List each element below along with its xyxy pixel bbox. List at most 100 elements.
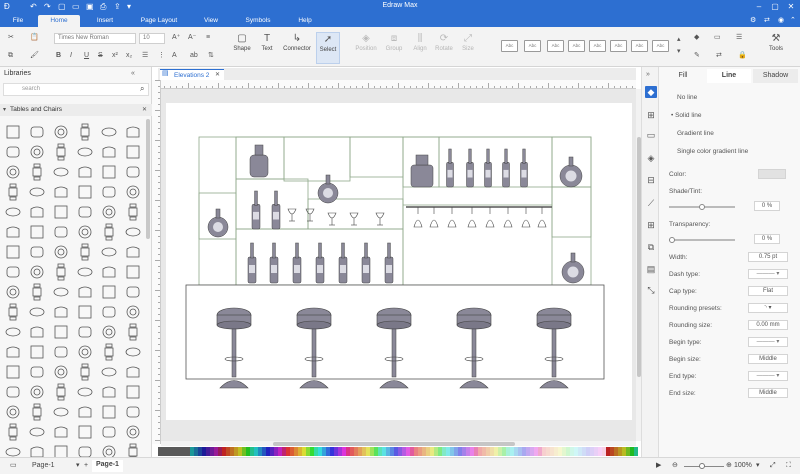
minimize-icon[interactable]: – <box>752 1 766 13</box>
library-shape[interactable] <box>76 223 94 241</box>
library-shape[interactable] <box>52 183 70 201</box>
chart-panel-icon[interactable]: ⟋ <box>645 197 657 209</box>
library-shape[interactable] <box>4 383 22 401</box>
text-align-icon[interactable]: ≡ <box>206 33 210 43</box>
theme-panel-icon[interactable]: ⊞ <box>645 109 657 121</box>
library-shape[interactable] <box>76 383 94 401</box>
section-close-icon[interactable]: ✕ <box>142 106 147 113</box>
tab-insert[interactable]: Insert <box>86 15 124 27</box>
library-shape[interactable] <box>4 343 22 361</box>
library-shape[interactable] <box>76 303 94 321</box>
bullets-icon[interactable]: ☰ <box>142 51 148 61</box>
library-shape[interactable] <box>28 203 46 221</box>
text-button[interactable]: T Text <box>255 32 279 64</box>
library-shape[interactable] <box>76 243 94 261</box>
library-shape[interactable] <box>52 363 70 381</box>
library-shape[interactable] <box>124 263 142 281</box>
collapse-panel-icon[interactable]: « <box>131 70 135 77</box>
library-shape[interactable] <box>52 143 70 161</box>
group-button[interactable]: ⧈ Group <box>382 32 406 64</box>
library-shape[interactable] <box>52 423 70 441</box>
format-painter-icon[interactable]: 🖌 <box>30 51 39 61</box>
library-shape[interactable] <box>76 363 94 381</box>
outline-panel-icon[interactable]: ⊟ <box>645 174 657 186</box>
library-shape[interactable] <box>100 123 118 141</box>
library-shape[interactable] <box>100 383 118 401</box>
lock-icon[interactable]: 🔒 <box>738 51 747 61</box>
library-shape[interactable] <box>52 223 70 241</box>
end-type-select[interactable]: ——— ▾ <box>748 371 788 381</box>
library-shape[interactable] <box>28 303 46 321</box>
shade-tint-value[interactable]: 0 % <box>754 201 780 211</box>
library-shape[interactable] <box>76 163 94 181</box>
font-family-select[interactable]: Times New Roman <box>54 33 136 44</box>
page-selector[interactable]: Page-1 <box>32 461 55 471</box>
library-search-input[interactable]: search <box>3 83 149 96</box>
subscript-icon[interactable]: x₂ <box>126 51 132 61</box>
library-shape[interactable] <box>76 143 94 161</box>
library-shape[interactable] <box>124 283 142 301</box>
tab-view[interactable]: View <box>196 15 226 27</box>
shade-tint-slider[interactable] <box>669 204 735 210</box>
library-shape[interactable] <box>124 243 142 261</box>
library-shape[interactable] <box>4 143 22 161</box>
tab-elevations-2[interactable]: Elevations 2 ✕ <box>160 69 224 80</box>
library-shape[interactable] <box>76 203 94 221</box>
width-field[interactable]: 0.75 pt <box>748 252 788 262</box>
font-size-select[interactable]: 10 <box>139 33 165 44</box>
library-shape[interactable] <box>28 163 46 181</box>
rounding-size-field[interactable]: 0.00 mm <box>748 320 788 330</box>
line-color-swatch[interactable] <box>758 169 786 179</box>
bold-icon[interactable]: B <box>56 51 61 61</box>
ribbon-collapse-icon[interactable]: ⌃ <box>790 16 796 24</box>
tab-shadow[interactable]: Shadow <box>753 69 798 83</box>
library-shape[interactable] <box>28 323 46 341</box>
replace-shape-icon[interactable]: ⇄ <box>716 51 722 61</box>
library-shape[interactable] <box>100 183 118 201</box>
library-shape[interactable] <box>76 263 94 281</box>
close-icon[interactable]: ✕ <box>784 1 798 13</box>
color-palette-bar[interactable] <box>158 447 640 456</box>
library-shape[interactable] <box>4 203 22 221</box>
library-shape[interactable] <box>52 263 70 281</box>
zoom-dropdown-icon[interactable]: ▾ <box>756 461 760 471</box>
begin-type-select[interactable]: ——— ▾ <box>748 337 788 347</box>
library-shape[interactable] <box>28 403 46 421</box>
library-shape[interactable] <box>28 223 46 241</box>
library-shape[interactable] <box>124 183 142 201</box>
superscript-icon[interactable]: x² <box>112 51 118 61</box>
share-icon[interactable]: ⇄ <box>764 16 770 24</box>
align-button[interactable]: ⫼ Align <box>408 32 432 64</box>
connector-button[interactable]: ↳ Connector <box>282 32 312 64</box>
library-shape[interactable] <box>52 203 70 221</box>
transparency-value[interactable]: 0 % <box>754 234 780 244</box>
library-shape[interactable] <box>76 183 94 201</box>
library-shape[interactable] <box>4 163 22 181</box>
increase-font-icon[interactable]: A⁺ <box>172 33 180 43</box>
dash-type-select[interactable]: ——— ▾ <box>748 269 788 279</box>
tab-page-layout[interactable]: Page Layout <box>132 15 186 27</box>
slider-knob[interactable] <box>669 237 675 243</box>
library-shape[interactable] <box>28 143 46 161</box>
library-shape[interactable] <box>4 303 22 321</box>
vertical-scroll-thumb[interactable] <box>636 137 641 377</box>
rotate-button[interactable]: ⟳ Rotate <box>432 32 456 64</box>
layers-panel-icon[interactable]: ◈ <box>645 152 657 164</box>
library-shape[interactable] <box>52 123 70 141</box>
library-shape[interactable] <box>4 423 22 441</box>
library-shape[interactable] <box>100 323 118 341</box>
tab-home[interactable]: Home <box>38 15 80 27</box>
library-shape[interactable] <box>28 183 46 201</box>
library-shape[interactable] <box>124 203 142 221</box>
library-shape[interactable] <box>28 423 46 441</box>
style-preset-3[interactable]: Abc <box>547 40 564 52</box>
underline-icon[interactable]: U <box>84 51 89 61</box>
library-section-tables-and-chairs[interactable]: Tables and Chairs <box>0 104 152 116</box>
library-shape[interactable] <box>52 323 70 341</box>
fill-line-panel-icon[interactable]: ◆ <box>645 86 657 98</box>
style-preset-1[interactable]: Abc <box>501 40 518 52</box>
library-shape[interactable] <box>4 123 22 141</box>
library-shape[interactable] <box>28 283 46 301</box>
horizontal-scrollbar[interactable] <box>161 441 636 446</box>
tab-help[interactable]: Help <box>288 15 322 27</box>
